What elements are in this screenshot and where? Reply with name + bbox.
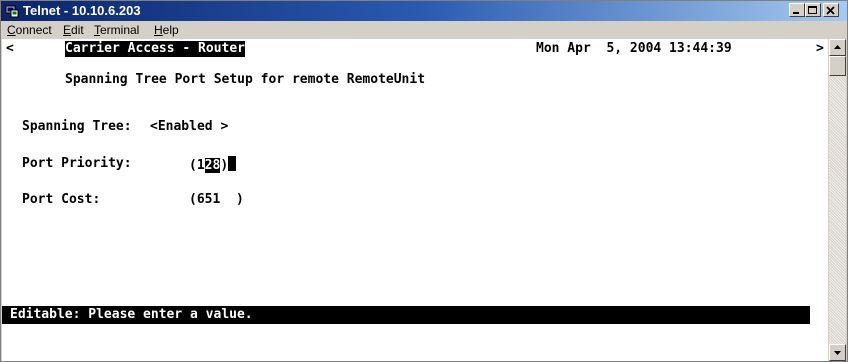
scroll-thumb[interactable] bbox=[829, 56, 846, 76]
screen-title: Spanning Tree Port Setup for remote Remo… bbox=[65, 72, 426, 87]
menu-terminal[interactable]: Terminal bbox=[94, 21, 139, 39]
menu-edit[interactable]: Edit bbox=[63, 21, 84, 39]
window-title: Telnet - 10.10.6.203 bbox=[23, 3, 141, 18]
spanning-tree-label: Spanning Tree: bbox=[22, 119, 132, 134]
port-cost-field[interactable]: (651 ) bbox=[189, 192, 244, 208]
close-button[interactable] bbox=[823, 3, 839, 17]
scroll-up-button[interactable] bbox=[829, 39, 846, 56]
terminal-screen[interactable]: < Carrier Access - Router Mon Apr 5, 200… bbox=[2, 39, 828, 361]
port-cost-label: Port Cost: bbox=[22, 192, 101, 207]
arrow-up-icon bbox=[834, 45, 841, 49]
terminal-status-line: Editable: Please enter a value. bbox=[2, 306, 810, 324]
menu-bar: Connect Edit Terminal Help bbox=[1, 21, 847, 39]
maximize-icon bbox=[808, 6, 817, 14]
spanning-tree-field[interactable]: <Enabled > bbox=[150, 119, 228, 135]
title-bar[interactable]: Telnet - 10.10.6.203 bbox=[1, 1, 847, 21]
port-priority-field[interactable]: (128) bbox=[189, 156, 237, 174]
vertical-scrollbar[interactable] bbox=[829, 39, 846, 361]
terminal-left-arrow: < bbox=[6, 41, 14, 56]
text-cursor bbox=[228, 156, 237, 171]
menu-connect[interactable]: Connect bbox=[7, 21, 52, 39]
terminal-header-title: Carrier Access - Router bbox=[65, 41, 246, 57]
telnet-app-icon bbox=[5, 4, 19, 18]
port-priority-selection: 28 bbox=[204, 158, 221, 173]
arrow-down-icon bbox=[834, 351, 841, 355]
port-priority-label: Port Priority: bbox=[22, 156, 132, 171]
status-message: Editable: Please enter a value. bbox=[10, 307, 253, 322]
minimize-button[interactable] bbox=[789, 3, 805, 17]
terminal-timestamp: Mon Apr 5, 2004 13:44:39 bbox=[536, 41, 732, 56]
telnet-window: Telnet - 10.10.6.203 Connect Edit Termin… bbox=[0, 0, 848, 362]
maximize-button[interactable] bbox=[805, 3, 821, 17]
minimize-icon bbox=[793, 12, 799, 14]
terminal-right-arrow: > bbox=[816, 41, 824, 56]
scroll-down-button[interactable] bbox=[829, 344, 846, 361]
menu-help[interactable]: Help bbox=[154, 21, 179, 39]
close-icon bbox=[826, 6, 835, 15]
